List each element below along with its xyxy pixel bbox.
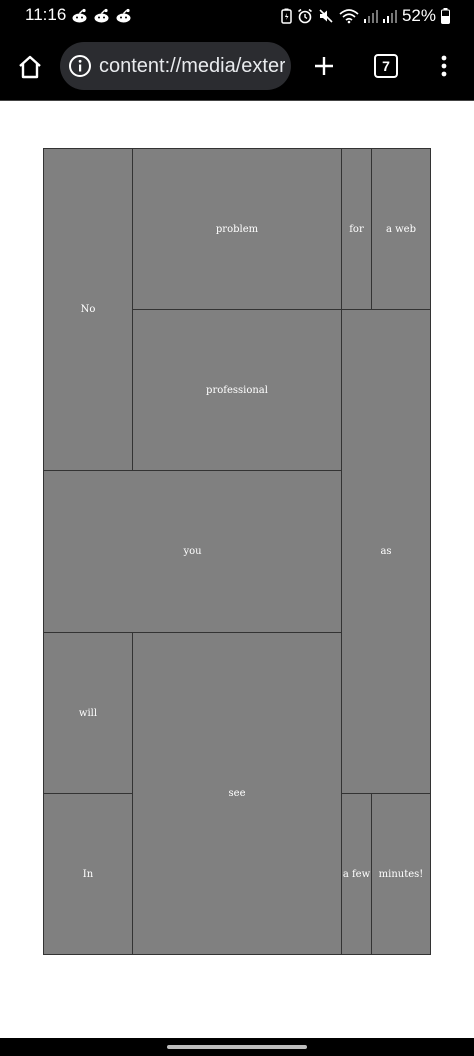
mosaic-cell: professional bbox=[132, 309, 342, 471]
tab-count: 7 bbox=[374, 54, 398, 78]
new-tab-button[interactable] bbox=[306, 48, 342, 84]
notification-icons bbox=[71, 8, 132, 23]
mute-icon bbox=[319, 9, 333, 23]
word-mosaic: No problem for a web professional as you… bbox=[43, 148, 431, 955]
mosaic-cell: you bbox=[43, 470, 342, 633]
tab-switcher-button[interactable]: 7 bbox=[368, 48, 404, 84]
mosaic-cell: will bbox=[43, 632, 133, 794]
mosaic-cell: No bbox=[43, 148, 133, 471]
mosaic-cell: a web bbox=[371, 148, 431, 310]
battery-icon bbox=[441, 8, 450, 24]
alarm-icon bbox=[297, 8, 312, 24]
battery-saver-icon bbox=[281, 8, 292, 24]
mosaic-cell: minutes! bbox=[371, 793, 431, 955]
signal-icon bbox=[382, 10, 397, 23]
status-time: 11:16 bbox=[25, 5, 67, 24]
home-button[interactable] bbox=[12, 49, 48, 85]
navigation-bar bbox=[0, 1038, 474, 1056]
mosaic-cell: for bbox=[341, 148, 372, 310]
reddit-icon bbox=[72, 8, 87, 23]
menu-button[interactable] bbox=[428, 48, 460, 84]
reddit-icon bbox=[116, 8, 131, 23]
status-bar: 11:16 52% bbox=[0, 0, 474, 32]
gesture-handle[interactable] bbox=[167, 1045, 307, 1049]
mosaic-cell: a few bbox=[341, 793, 372, 955]
info-icon[interactable] bbox=[68, 54, 92, 78]
reddit-icon bbox=[94, 8, 109, 23]
browser-toolbar: content://media/external/file 7 bbox=[0, 32, 474, 100]
signal-icon bbox=[363, 10, 378, 23]
system-icons: 52% bbox=[281, 7, 450, 25]
wifi-icon bbox=[339, 9, 359, 24]
url-text[interactable]: content://media/external/file bbox=[99, 54, 285, 78]
mosaic-cell: In bbox=[43, 793, 133, 955]
mosaic-cell: problem bbox=[132, 148, 342, 310]
more-vert-icon bbox=[441, 55, 447, 77]
battery-percent: 52% bbox=[401, 6, 436, 25]
page-content: No problem for a web professional as you… bbox=[0, 101, 474, 1038]
address-bar[interactable]: content://media/external/file bbox=[60, 42, 291, 90]
mosaic-cell: see bbox=[132, 632, 342, 955]
home-icon bbox=[19, 55, 41, 79]
plus-icon bbox=[315, 57, 333, 75]
mosaic-cell: as bbox=[341, 309, 431, 794]
